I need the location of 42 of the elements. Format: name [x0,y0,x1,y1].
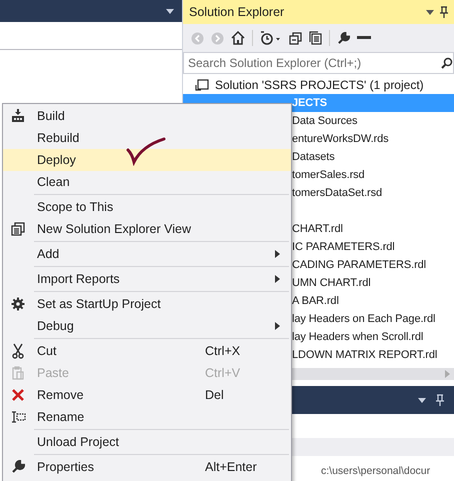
dropdown-icon[interactable] [426,10,434,14]
menu-item[interactable]: Set as StartUp Project [3,293,291,315]
submenu-arrow-icon [275,275,280,283]
delete-icon [11,388,25,402]
tree-item[interactable]: Solution 'SSRS PROJECTS' (1 project) [183,76,454,94]
home-icon[interactable] [231,31,245,45]
solution-icon [195,79,209,91]
menu-item[interactable]: Properties Alt+Enter [3,456,291,478]
dropdown-icon[interactable] [166,8,174,14]
files-icon[interactable] [309,31,322,45]
scissors-icon [11,343,25,359]
wrench-icon[interactable] [337,32,350,44]
menu-item[interactable]: Clean [3,171,291,193]
menu-item[interactable]: Rename [3,406,291,428]
minus-icon[interactable] [357,35,371,41]
rename-icon [10,411,26,423]
submenu-arrow-icon [275,250,280,258]
dropdown-icon[interactable] [418,398,426,402]
file-path: c:\users\personal\docur [321,465,430,477]
menu-item[interactable]: Import Reports [3,268,291,290]
menu-item[interactable]: Scope to This [3,196,291,218]
windows-icon [11,222,25,236]
search-field[interactable]: Search Solution Explorer (Ctrl+;) [183,52,454,74]
menu-item[interactable]: New Solution Explorer View [3,218,291,240]
menu-item[interactable]: Rebuild [3,127,291,149]
search-icon[interactable] [441,57,453,69]
menu-item[interactable]: Debug [3,315,291,337]
tick-mark-icon [126,136,168,166]
menu-item[interactable]: Remove Del [3,384,291,406]
menu-item[interactable]: Cut Ctrl+X [3,340,291,362]
pin-icon[interactable] [440,6,448,18]
collapse-icon[interactable] [289,32,302,44]
menu-item[interactable]: Deploy [3,149,291,171]
panel-title: Solution Explorer [189,5,286,19]
clock-dropdown-icon[interactable] [260,31,282,45]
gear-icon [11,297,25,311]
menu-item[interactable]: Unload Project [3,431,291,453]
wrench-icon [11,460,25,474]
menu-item[interactable]: Add [3,243,291,265]
submenu-arrow-icon [275,322,280,330]
clipboard-icon [11,366,25,380]
build-icon [11,109,25,123]
